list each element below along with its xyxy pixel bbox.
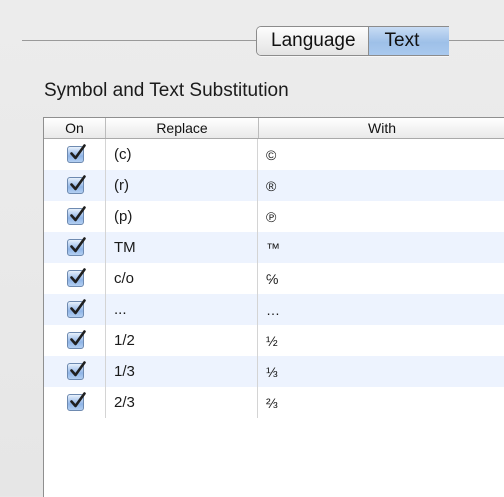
enabled-checkbox[interactable]: [67, 361, 86, 380]
table-row[interactable]: TM ™: [44, 232, 504, 263]
on-cell: [44, 170, 106, 201]
enabled-checkbox[interactable]: [67, 175, 86, 194]
replace-cell[interactable]: (p): [106, 201, 258, 232]
replace-cell[interactable]: ...: [106, 294, 258, 325]
with-cell[interactable]: ½: [258, 325, 504, 356]
checkmark-icon: [70, 237, 86, 253]
checkmark-icon: [70, 144, 86, 160]
on-cell: [44, 232, 106, 263]
with-cell[interactable]: ©: [258, 139, 504, 170]
with-cell[interactable]: ℅: [258, 263, 504, 294]
text-preferences-pane: Language Text Symbol and Text Substituti…: [0, 0, 504, 497]
checkmark-icon: [70, 175, 86, 191]
table-header: On Replace With: [44, 118, 504, 139]
on-cell: [44, 139, 106, 170]
replace-cell[interactable]: 1/2: [106, 325, 258, 356]
checkmark-icon: [70, 268, 86, 284]
enabled-checkbox[interactable]: [67, 237, 86, 256]
table-row[interactable]: 1/2 ½: [44, 325, 504, 356]
with-cell[interactable]: ⅔: [258, 387, 504, 418]
on-cell: [44, 263, 106, 294]
with-cell[interactable]: ℗: [258, 201, 504, 232]
replace-cell[interactable]: (c): [106, 139, 258, 170]
table-row[interactable]: 2/3 ⅔: [44, 387, 504, 418]
replace-cell[interactable]: c/o: [106, 263, 258, 294]
table-row[interactable]: (c) ©: [44, 139, 504, 170]
enabled-checkbox[interactable]: [67, 392, 86, 411]
enabled-checkbox[interactable]: [67, 206, 86, 225]
substitution-table: On Replace With (c) © (r) ® (p) ℗ TM ™ c/o ℅...… 1…: [43, 117, 504, 497]
with-cell[interactable]: ™: [258, 232, 504, 263]
table-row[interactable]: (r) ®: [44, 170, 504, 201]
enabled-checkbox[interactable]: [67, 144, 86, 163]
enabled-checkbox[interactable]: [67, 330, 86, 349]
replace-cell[interactable]: (r): [106, 170, 258, 201]
on-cell: [44, 201, 106, 232]
with-cell[interactable]: ⅓: [258, 356, 504, 387]
with-cell[interactable]: …: [258, 294, 504, 325]
table-row[interactable]: (p) ℗: [44, 201, 504, 232]
tab-bar: Language Text: [256, 26, 450, 56]
on-cell: [44, 387, 106, 418]
replace-cell[interactable]: 2/3: [106, 387, 258, 418]
checkmark-icon: [70, 361, 86, 377]
column-header-on[interactable]: On: [44, 118, 106, 138]
table-row[interactable]: c/o ℅: [44, 263, 504, 294]
on-cell: [44, 356, 106, 387]
column-header-with[interactable]: With: [259, 118, 504, 138]
on-cell: [44, 325, 106, 356]
table-body: (c) © (r) ® (p) ℗ TM ™ c/o ℅...… 1/2 ½ 1/3 ⅓ 2/3 ⅔: [44, 139, 504, 418]
table-row[interactable]: 1/3 ⅓: [44, 356, 504, 387]
checkmark-icon: [70, 330, 86, 346]
table-row[interactable]: ...…: [44, 294, 504, 325]
enabled-checkbox[interactable]: [67, 268, 86, 287]
enabled-checkbox[interactable]: [67, 299, 86, 318]
section-title: Symbol and Text Substitution: [44, 80, 289, 101]
replace-cell[interactable]: 1/3: [106, 356, 258, 387]
tab-text[interactable]: Text: [367, 27, 450, 55]
replace-cell[interactable]: TM: [106, 232, 258, 263]
tab-language[interactable]: Language: [257, 27, 368, 55]
on-cell: [44, 294, 106, 325]
checkmark-icon: [70, 206, 86, 222]
checkmark-icon: [70, 299, 86, 315]
column-header-replace[interactable]: Replace: [106, 118, 259, 138]
checkmark-icon: [70, 392, 86, 408]
with-cell[interactable]: ®: [258, 170, 504, 201]
